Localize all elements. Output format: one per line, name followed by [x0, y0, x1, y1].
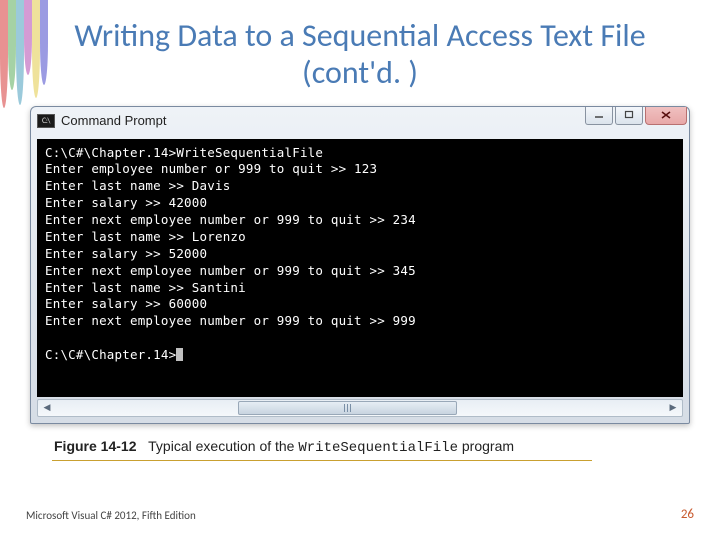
command-prompt-window: C:\ Command Prompt C:\C#\Chapter.14>Writ… [30, 106, 690, 424]
caption-suffix: program [458, 438, 514, 454]
scroll-right-arrow-icon[interactable]: ▶ [664, 400, 682, 416]
console-output: C:\C#\Chapter.14>WriteSequentialFile Ent… [37, 139, 683, 397]
scroll-left-arrow-icon[interactable]: ◀ [38, 400, 56, 416]
caption-prefix: Typical execution of the [148, 438, 298, 454]
maximize-icon [624, 110, 634, 120]
window-title: Command Prompt [61, 113, 166, 128]
minimize-icon [594, 111, 604, 119]
close-icon [660, 110, 672, 120]
scroll-track[interactable] [56, 400, 664, 416]
scroll-thumb[interactable] [238, 401, 457, 415]
window-controls [585, 107, 687, 125]
figure-caption: Figure 14-12 Typical execution of the Wr… [28, 424, 692, 456]
caption-label: Figure 14-12 [54, 438, 136, 454]
console-icon: C:\ [37, 114, 55, 128]
caption-underline [52, 460, 592, 461]
horizontal-scrollbar[interactable]: ◀ ▶ [37, 399, 683, 417]
maximize-button[interactable] [615, 107, 643, 125]
figure-area: C:\ Command Prompt C:\C#\Chapter.14>Writ… [0, 100, 720, 461]
footer-book-title: Microsoft Visual C# 2012, Fifth Edition [26, 509, 196, 522]
decorative-stripes [0, 0, 48, 110]
titlebar[interactable]: C:\ Command Prompt [31, 107, 689, 135]
close-button[interactable] [645, 107, 687, 125]
minimize-button[interactable] [585, 107, 613, 125]
cursor [176, 348, 183, 361]
page-number: 26 [681, 507, 694, 522]
caption-program: WriteSequentialFile [298, 440, 458, 456]
slide-title: Writing Data to a Sequential Access Text… [0, 0, 720, 100]
